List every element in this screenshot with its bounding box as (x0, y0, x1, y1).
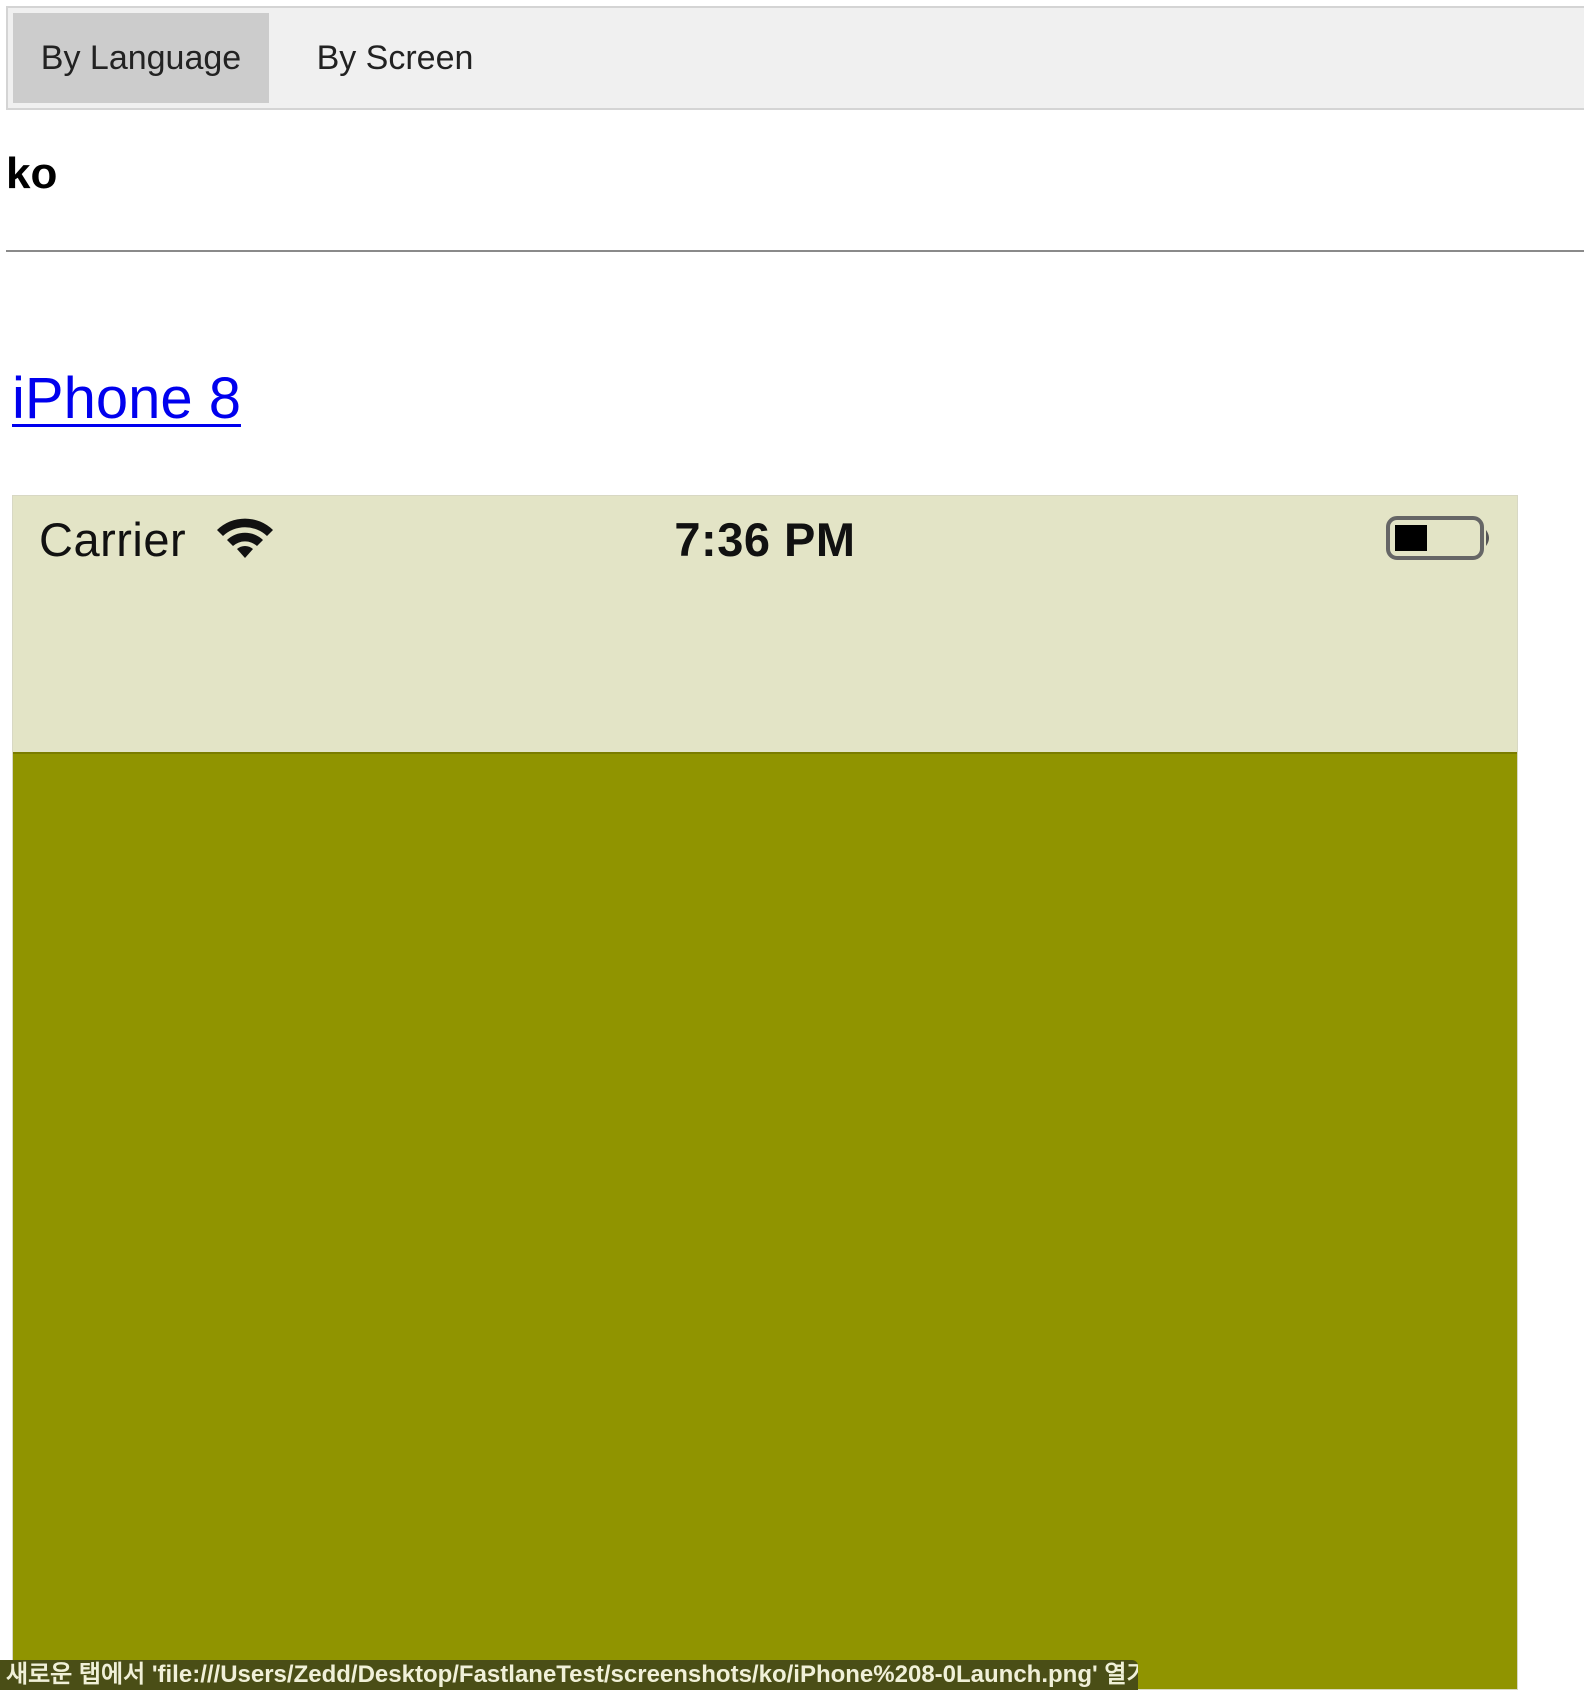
app-content-area (13, 754, 1517, 1689)
tab-by-screen[interactable]: By Screen (281, 13, 509, 103)
device-screenshot[interactable]: Carrier 7:36 PM (12, 495, 1518, 1690)
status-time: 7:36 PM (674, 513, 856, 566)
view-tab-bar: By Language By Screen (6, 6, 1584, 110)
device-link-iphone-8[interactable]: iPhone 8 (12, 370, 241, 428)
battery-icon (1386, 516, 1489, 560)
language-heading: ko (6, 149, 58, 198)
section-divider (6, 250, 1584, 252)
link-hover-status-url: 새로운 탭에서 'file:///Users/Zedd/Desktop/Fast… (0, 1660, 1138, 1690)
tab-by-language[interactable]: By Language (13, 13, 269, 103)
app-navigation-bar: Carrier 7:36 PM (13, 496, 1517, 754)
